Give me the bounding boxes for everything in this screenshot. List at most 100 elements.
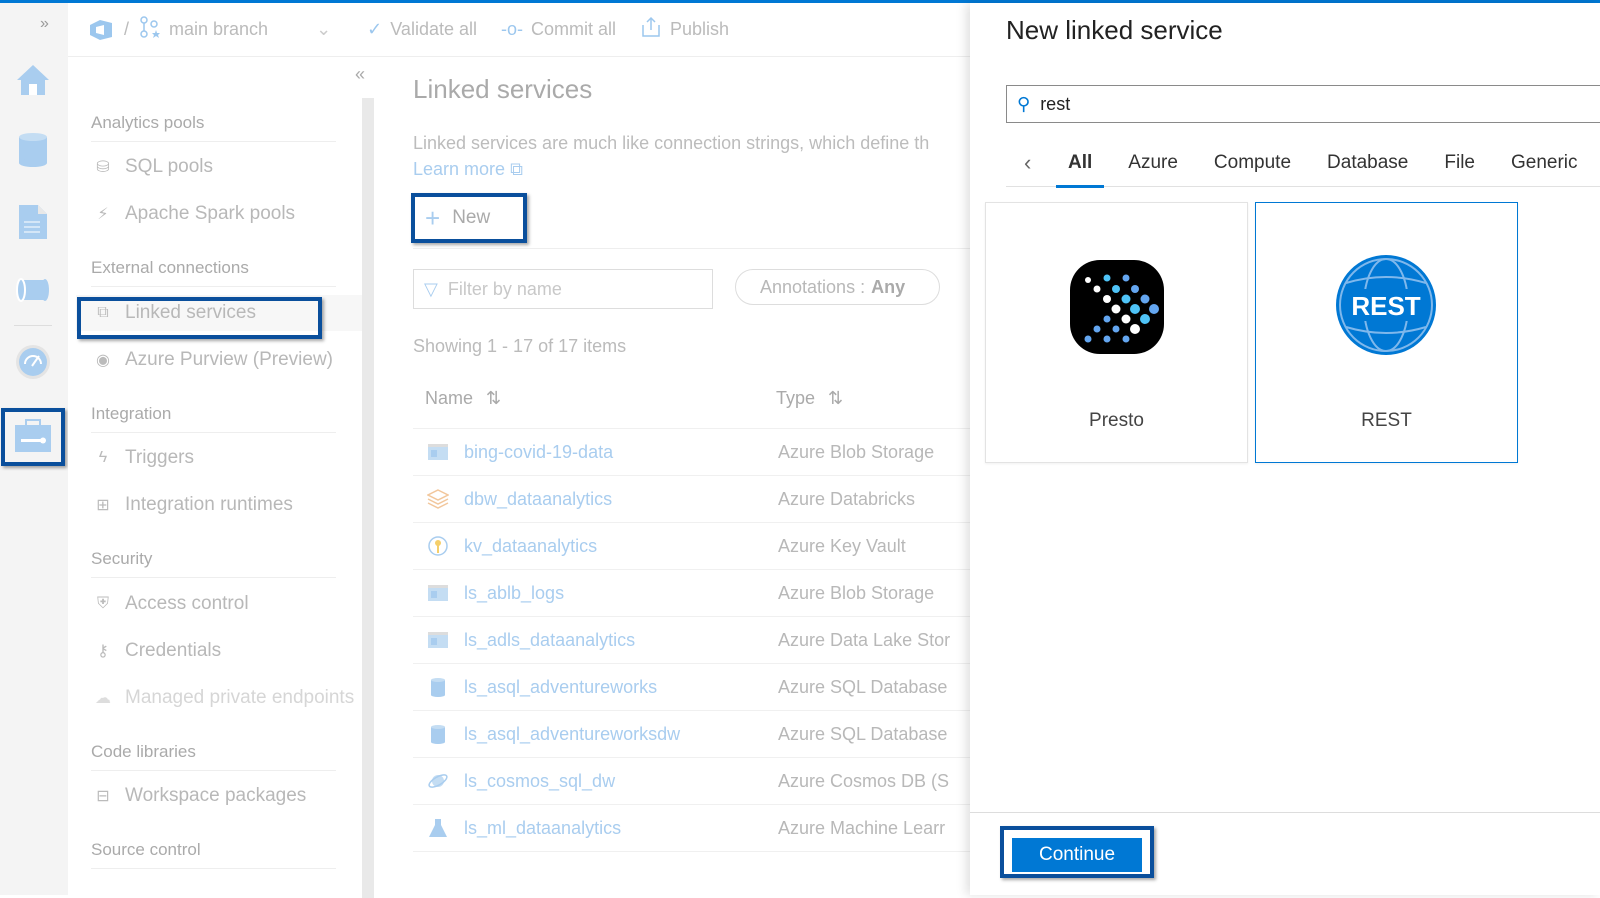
devops-icon [88,19,114,41]
top-toolbar: / main branch ⌄ ✓ Validate all -o- Commi… [68,3,970,57]
row-name-link[interactable]: ls_adls_dataanalytics [464,630,635,651]
learn-more-link[interactable]: Learn more ⧉ [413,159,523,180]
filter-by-name-input[interactable]: ▽ Filter by name [413,269,713,309]
table-row[interactable]: ls_asql_adventureworksdw Azure SQL Datab… [413,710,970,757]
tab-azure[interactable]: Azure [1128,139,1178,187]
table-row[interactable]: ls_ablb_logs Azure Blob Storage [413,569,970,616]
row-name-link[interactable]: ls_ablb_logs [464,583,564,604]
table-row[interactable]: ls_asql_adventureworks Azure SQL Databas… [413,663,970,710]
develop-icon[interactable] [14,203,52,241]
connector-search-input[interactable]: ⚲ rest [1006,85,1600,123]
row-name-link[interactable]: ls_cosmos_sql_dw [464,771,615,792]
row-type: Azure Machine Learr [778,817,946,838]
table-row[interactable]: kv_dataanalytics Azure Key Vault [413,522,970,569]
table-row[interactable]: dbw_dataanalytics Azure Databricks [413,475,970,522]
integration-runtime-icon: ⊞ [96,497,110,514]
nav-item-access-control[interactable]: ⛨ Access control [91,586,361,622]
section-code-libraries: Code libraries [91,742,336,771]
data-icon[interactable] [14,131,52,169]
commit-all-label: Commit all [531,19,617,39]
row-type: Azure Data Lake Stor [778,629,951,650]
row-name-link[interactable]: dbw_dataanalytics [464,489,612,510]
publish-button[interactable]: Publish [640,16,729,43]
table-row[interactable]: ls_ml_dataanalytics Azure Machine Learr [413,804,970,851]
cosmos-db-icon [428,774,448,788]
tab-database[interactable]: Database [1327,139,1408,187]
tab-file[interactable]: File [1444,139,1475,187]
git-branch-icon [139,16,161,43]
row-name-link[interactable]: ls_asql_adventureworks [464,677,657,698]
filter-placeholder: Filter by name [447,278,562,299]
annotations-label: Annotations : [760,276,866,297]
search-icon: ⚲ [1017,93,1031,114]
integrate-icon[interactable] [14,271,52,309]
machine-learning-icon [429,819,447,837]
sql-database-icon [431,678,445,697]
home-icon[interactable] [14,61,52,99]
presto-dot [1103,274,1111,282]
presto-dot [1122,335,1130,343]
packages-icon: ⊟ [96,788,110,805]
header-label: Name [425,388,474,408]
databricks-icon [427,489,449,509]
row-name-link[interactable]: ls_asql_adventureworksdw [464,724,680,745]
tab-generic[interactable]: Generic [1511,139,1578,187]
branch-selector[interactable]: main branch ⌄ [139,16,331,43]
nav-item-managed-private-endpoints: ☁ Managed private endpoints [91,680,361,716]
row-name-link[interactable]: kv_dataanalytics [464,536,597,557]
nav-label: SQL pools [125,156,214,177]
linked-services-page: Linked services Linked services are much… [378,58,970,895]
nav-scrollbar[interactable] [362,98,374,898]
row-type: Azure Databricks [778,488,916,509]
commit-all-button[interactable]: -o- Commit all [501,19,616,40]
presto-dot [1140,314,1150,324]
new-linked-service-button[interactable]: + New [411,193,527,243]
nav-item-apache-spark-pools[interactable]: ⚡ Apache Spark pools [91,196,361,232]
annotations-filter-pill[interactable]: Annotations : Any [735,269,940,305]
monitor-icon[interactable] [14,343,52,381]
chevron-down-icon: ⌄ [316,19,332,39]
tab-all[interactable]: All [1055,139,1105,188]
continue-button[interactable]: Continue [1012,838,1142,872]
column-header-type[interactable]: Type ⇅ [776,388,843,409]
new-label: New [452,207,491,228]
category-tabs: ‹ All Azure Compute Database File Generi… [1006,139,1600,188]
connector-card-rest[interactable]: REST REST [1255,202,1518,463]
expand-rail-icon[interactable]: » [40,15,49,33]
manage-highlight-box [1,408,65,466]
presto-dot [1130,304,1140,314]
nav-item-azure-purview[interactable]: ◉ Azure Purview (Preview) [91,342,361,378]
presto-dot [1084,335,1092,343]
table-row[interactable]: bing-covid-19-data Azure Blob Storage [413,428,970,475]
nav-item-sql-pools[interactable]: ⛁ SQL pools [91,149,361,185]
nav-item-triggers[interactable]: ϟ Triggers [91,440,361,476]
presto-logo-icon [1070,260,1164,354]
validate-all-button[interactable]: ✓ Validate all [367,19,477,40]
nav-item-credentials[interactable]: ⚷ Credentials [91,633,361,669]
nav-item-integration-runtimes[interactable]: ⊞ Integration runtimes [91,487,361,523]
row-name-link[interactable]: ls_ml_dataanalytics [464,818,621,839]
presto-dot [1121,294,1131,304]
section-analytics-pools: Analytics pools [91,113,336,142]
table-row-end [413,851,970,895]
page-title: Linked services [413,74,593,104]
tab-compute[interactable]: Compute [1214,139,1291,187]
presto-dot [1103,295,1111,303]
rail-divider [14,325,52,326]
connector-card-presto[interactable]: Presto [985,202,1248,463]
manage-nav: « Analytics pools ⛁ SQL pools ⚡ Apache S… [68,58,374,898]
nav-label: Integration runtimes [125,494,293,515]
column-header-name[interactable]: Name ⇅ [425,388,501,409]
presto-dot [1131,285,1139,293]
nav-label: Workspace packages [125,785,307,806]
table-row[interactable]: ls_adls_dataanalytics Azure Data Lake St… [413,616,970,663]
tabs-scroll-left-icon[interactable]: ‹ [1006,150,1050,176]
collapse-nav-icon[interactable]: « [355,64,365,85]
search-value: rest [1040,93,1071,114]
nav-item-workspace-packages[interactable]: ⊟ Workspace packages [91,778,361,814]
linked-services-highlight-box [77,297,322,339]
row-name-link[interactable]: bing-covid-19-data [464,442,613,463]
blob-storage-icon [428,585,448,601]
row-type: Azure SQL Database [778,676,948,697]
table-row[interactable]: ls_cosmos_sql_dw Azure Cosmos DB (S [413,757,970,804]
